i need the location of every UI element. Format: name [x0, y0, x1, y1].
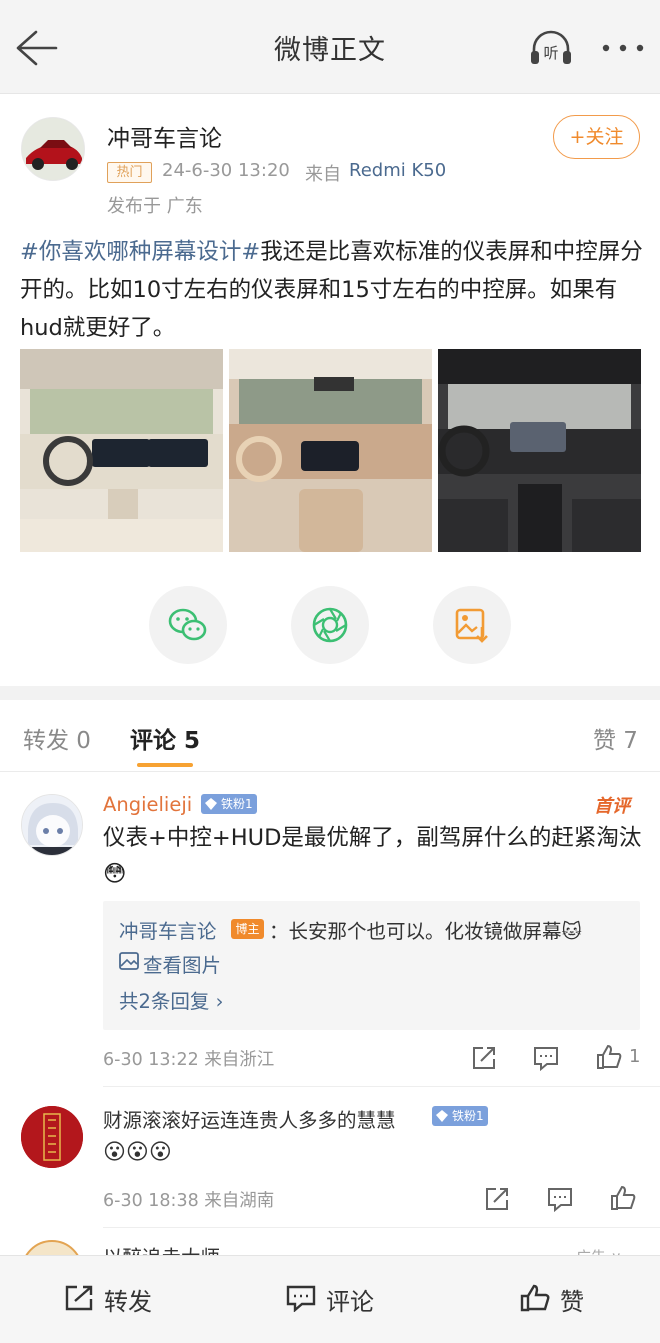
more-icon[interactable]: [600, 40, 646, 54]
post-device[interactable]: Redmi K50: [349, 160, 446, 181]
fan-badge-label: 铁粉1: [452, 1109, 484, 1123]
wechat-icon: [168, 608, 207, 641]
post-location: 发布于 广东: [107, 196, 203, 217]
post-image-2[interactable]: [229, 349, 432, 552]
fan-badge-label: 铁粉1: [221, 797, 253, 811]
section-divider: [0, 686, 660, 700]
active-tab-indicator: [137, 763, 193, 767]
post-image-3[interactable]: [438, 349, 641, 552]
save-image-button[interactable]: [433, 586, 511, 664]
comment-meta: 6-30 13:22 来自浙江: [103, 1050, 275, 1070]
author-avatar[interactable]: [21, 117, 85, 181]
image-download-icon: [455, 608, 488, 643]
listen-headphone-icon[interactable]: 听: [528, 27, 574, 69]
reply-comment-icon[interactable]: [547, 1186, 573, 1213]
post-time: 24-6-30 13:20: [162, 160, 290, 181]
fan-badge: 铁粉1: [432, 1106, 488, 1126]
fan-diamond-icon: [436, 1110, 448, 1122]
like-comment-icon[interactable]: [610, 1185, 636, 1211]
comment-divider: [103, 1227, 660, 1228]
comment-meta: 6-30 18:38 来自湖南: [103, 1191, 275, 1211]
comment-divider: [103, 1086, 660, 1087]
comment-emoji: 😮😮😮: [103, 1140, 172, 1165]
tab-likes[interactable]: 赞 7: [593, 721, 638, 755]
repost-icon: [65, 1285, 93, 1311]
share-moments-button[interactable]: [291, 586, 369, 664]
repost-label: 转发: [104, 1288, 152, 1316]
comment-text: 仪表+中控+HUD是最优解了，副驾屏什么的赶紧淘汰😳: [103, 825, 642, 887]
comment-like-count: 1: [629, 1046, 641, 1067]
thumbs-up-icon: [520, 1284, 550, 1312]
top-nav-bar: 微博正文 听: [0, 0, 660, 94]
reply-comment-icon[interactable]: [533, 1045, 559, 1072]
commenter-name[interactable]: 财源滚滚好运连连贵人多多的慧慧: [103, 1104, 396, 1133]
bottom-action-bar: 转发 评论 赞: [0, 1255, 660, 1343]
view-image-label: 查看图片: [143, 954, 222, 977]
repost-button[interactable]: 转发: [64, 1282, 152, 1317]
like-label: 赞: [560, 1288, 584, 1316]
post-author-name[interactable]: 冲哥车言论: [107, 119, 222, 153]
hot-badge: 热门: [107, 162, 152, 183]
like-button[interactable]: 赞: [520, 1282, 584, 1317]
post-source-label: 来自: [305, 164, 341, 185]
moments-shutter-icon: [312, 607, 348, 643]
commenter-name[interactable]: Angielieji: [103, 793, 192, 816]
fan-badge: 铁粉1: [201, 794, 257, 814]
tab-divider: [0, 771, 660, 772]
comment-label: 评论: [326, 1288, 374, 1316]
reply-author-name[interactable]: 冲哥车言论: [119, 915, 217, 944]
view-image-link[interactable]: 查看图片: [119, 949, 221, 978]
listen-label: 听: [543, 44, 558, 62]
tab-reposts[interactable]: 转发 0: [23, 721, 91, 755]
repost-comment-icon[interactable]: [484, 1186, 510, 1212]
post-image-1[interactable]: [20, 349, 223, 552]
comment-icon: [286, 1285, 316, 1312]
reply-text: ：长安那个也可以。化妆镜做屏幕🐱: [269, 920, 582, 943]
like-comment-icon[interactable]: [596, 1044, 622, 1070]
comment-button[interactable]: 评论: [286, 1282, 374, 1317]
commenter-avatar[interactable]: [21, 1106, 83, 1168]
topic-link[interactable]: #你喜欢哪种屏幕设计#: [20, 239, 260, 265]
reply-preview-box[interactable]: 冲哥车言论 博主 ：长安那个也可以。化妆镜做屏幕🐱 查看图片 共2条回复 ›: [103, 901, 640, 1030]
follow-button[interactable]: +关注: [553, 115, 640, 159]
first-comment-tag: 首评: [594, 796, 630, 817]
total-replies-link[interactable]: 共2条回复 ›: [119, 985, 223, 1014]
commenter-avatar[interactable]: [21, 794, 83, 856]
fan-diamond-icon: [205, 798, 217, 810]
blogger-badge: 博主: [231, 919, 264, 939]
image-icon: [119, 952, 139, 970]
tab-comments[interactable]: 评论 5: [130, 721, 200, 755]
post-body: #你喜欢哪种屏幕设计#我还是比喜欢标准的仪表屏和中控屏分开的。比如10寸左右的仪…: [20, 233, 645, 347]
share-wechat-button[interactable]: [149, 586, 227, 664]
repost-comment-icon[interactable]: [471, 1045, 497, 1071]
